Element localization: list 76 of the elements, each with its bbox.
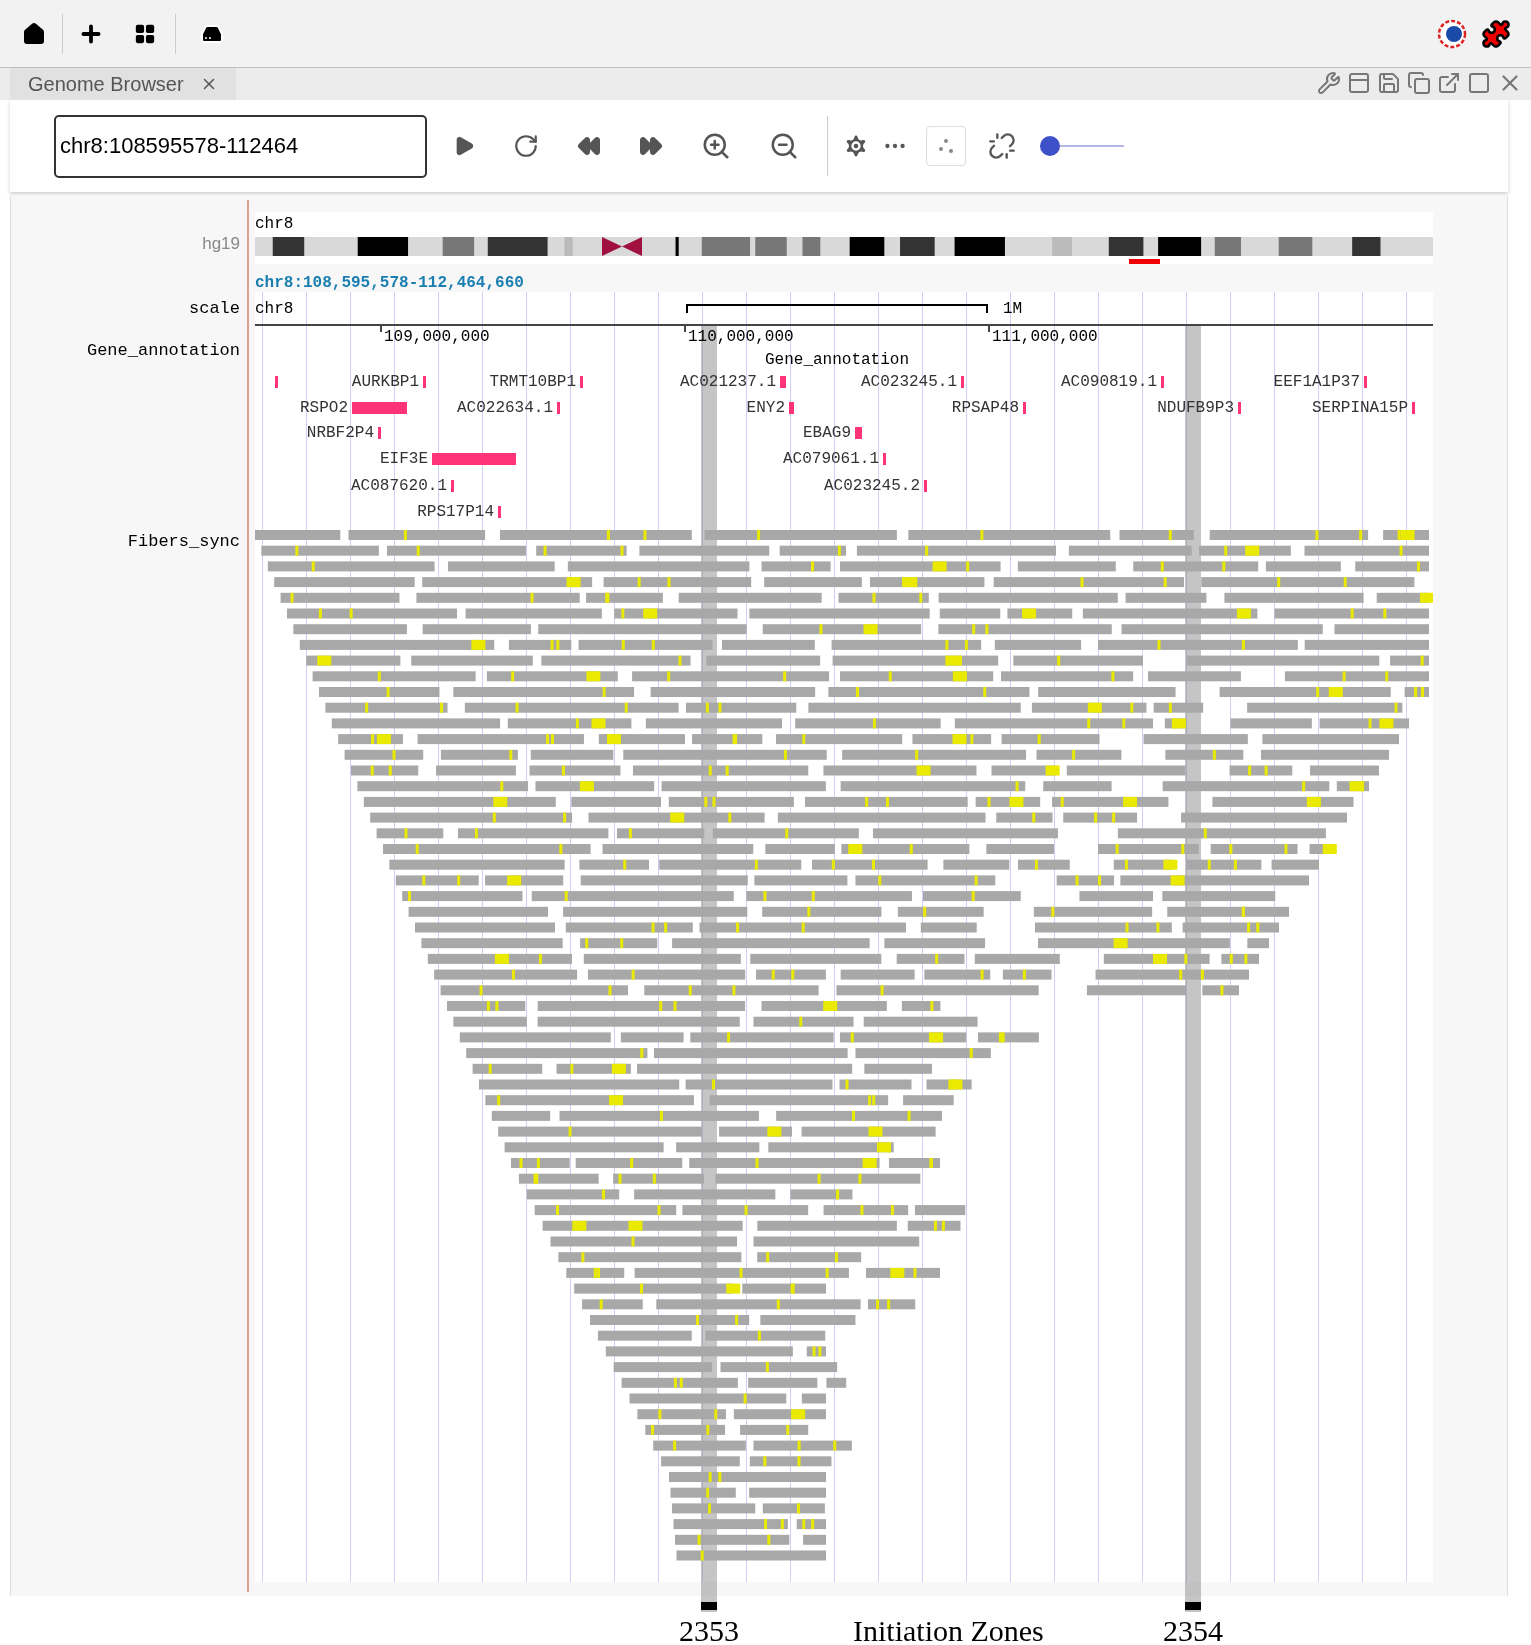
gene-feature [780,376,786,388]
gene-feature [1023,402,1026,414]
track-title: Gene_annotation [765,352,910,368]
gene-feature [789,402,794,414]
zone-label: 2353 [679,1616,739,1645]
track-label: Gene_annotation [86,342,240,359]
chromosome-label: chr8 [255,301,294,317]
track-label: Fibers_sync [127,533,240,550]
zone-marker [701,1602,717,1610]
region-coordinates: chr8:108,595,578-112,464,660 [255,275,524,291]
gene-label: AC022634.1 [457,400,553,416]
gene-label: NDUFB9P3 [1157,400,1234,416]
save-icon[interactable] [1377,71,1401,95]
gene-label: EIF3E [380,451,428,467]
gene-label: EBAG9 [803,425,851,441]
zone-marker [1185,1602,1201,1610]
gene-feature [1238,402,1241,414]
puzzle-icon[interactable] [1481,18,1511,49]
gene-feature [1161,376,1164,388]
popout-icon[interactable] [1437,71,1461,95]
gene-label: NRBF2P4 [306,425,374,441]
maximize-icon[interactable] [1467,71,1491,95]
gene-feature [498,506,501,518]
tick-label: 110,000,000 [688,329,794,345]
gene-feature [961,376,964,388]
slider-thumb[interactable] [1040,136,1060,156]
gene-feature [451,480,454,492]
gene-feature [423,376,426,388]
gene-label: AC090819.1 [1061,374,1157,390]
chromosome-label: chr8 [255,216,294,232]
gene-label: AC023245.1 [861,374,957,390]
gene-feature [855,427,862,439]
gene-feature [883,453,886,465]
rewind-icon[interactable] [577,134,601,158]
gene-label: AC023245.2 [824,478,920,494]
gene-feature [1364,376,1367,388]
scatter-icon [937,137,955,155]
gene-label: ENY2 [746,400,785,416]
tick-label: 111,000,000 [992,329,1098,345]
gene-feature [352,402,407,414]
gene-label: AC079061.1 [783,451,879,467]
gene-feature [378,427,381,439]
panel-icon[interactable] [1347,71,1371,95]
gene-label: TRMT10BP1 [489,374,576,390]
refresh-icon[interactable] [513,133,539,159]
scale-bar-label: 1M [1003,301,1023,317]
track-label: hg19 [202,235,240,252]
unlink-icon[interactable] [988,132,1016,160]
gene-feature [557,402,560,414]
scatter-button[interactable] [926,126,966,166]
zoom-in-icon[interactable] [701,131,731,161]
logo-icon[interactable] [1437,18,1467,49]
track-label: scale [189,300,240,317]
tab[interactable]: Genome Browser [10,68,236,100]
gene-label: EEF1A1P37 [1273,374,1360,390]
gene-label: AURKBP1 [351,374,419,390]
locus-field[interactable]: chr8:108595578-112464 [54,114,427,178]
gene-label: SERPINA15P [1312,400,1408,416]
zoom-out-icon[interactable] [769,131,799,161]
gene-label: AC021237.1 [680,374,776,390]
gene-feature [580,376,583,388]
tick-label: 109,000,000 [384,329,490,345]
region-marker [1129,259,1160,264]
gene-feature [924,480,927,492]
fast-forward-icon[interactable] [639,134,663,158]
zoom-slider[interactable] [1040,135,1124,157]
copy-icon[interactable] [1407,71,1431,95]
gene-feature [275,376,278,388]
zone-label: 2354 [1163,1616,1223,1645]
wrench-icon[interactable] [1317,71,1341,95]
gene-label: AC087620.1 [351,478,447,494]
gene-feature [1412,402,1415,414]
zones-caption: Initiation Zones [853,1616,1044,1645]
gene-label: RPS17P14 [417,504,494,520]
gene-label: RPSAP48 [951,400,1019,416]
gene-label: RSPO2 [300,400,348,416]
